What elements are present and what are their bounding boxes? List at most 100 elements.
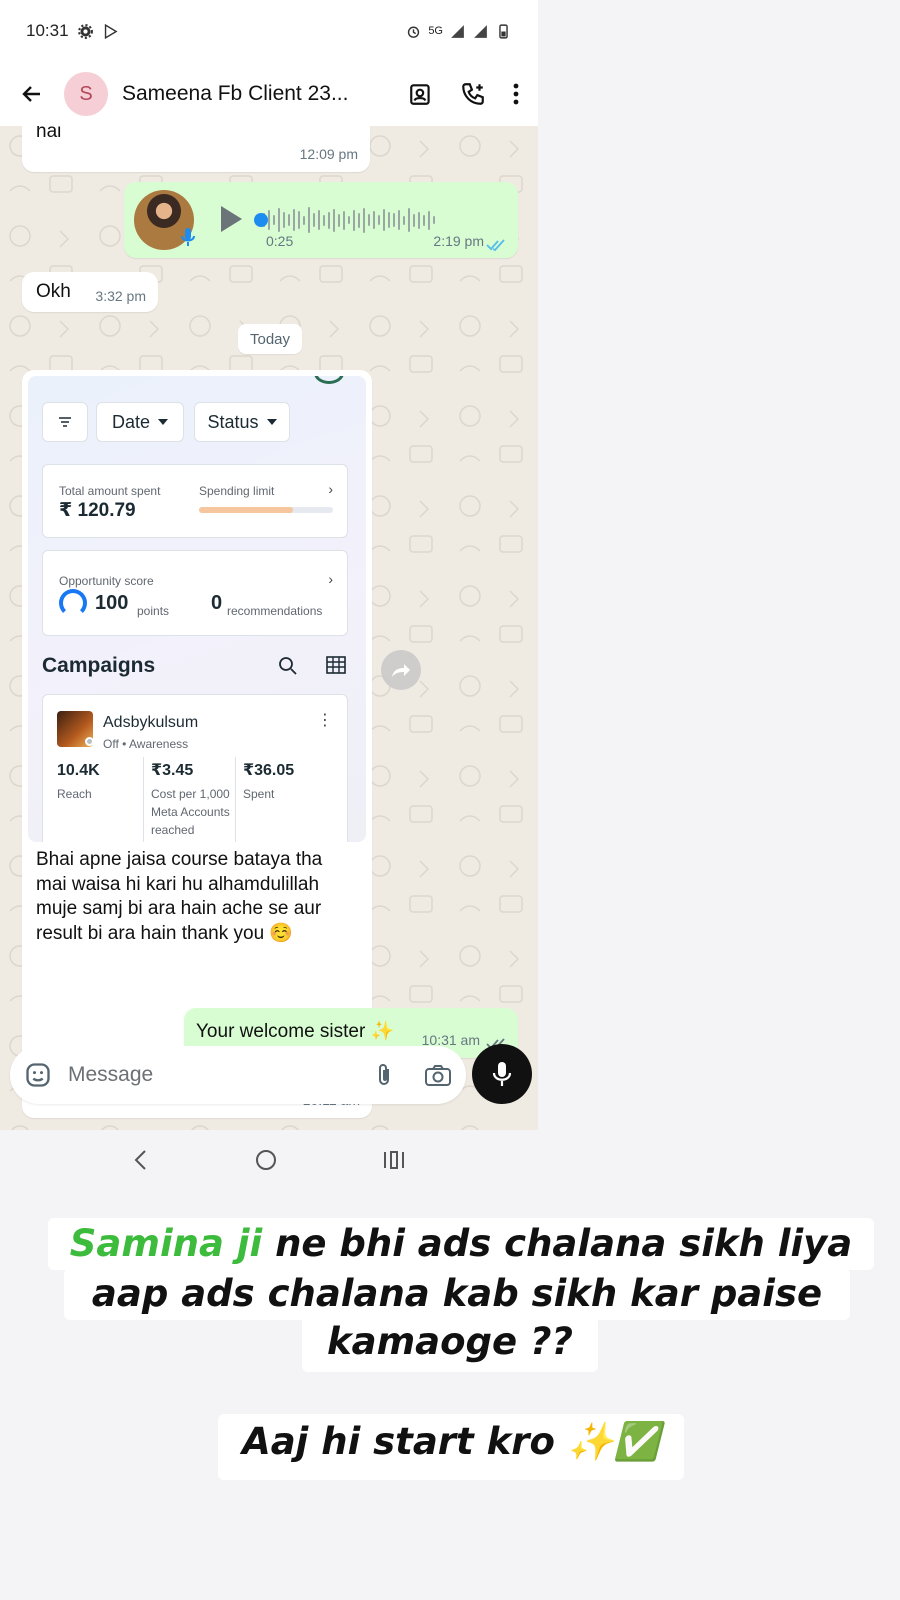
waveform-bar	[313, 213, 315, 227]
spent-value: ₹36.05	[243, 762, 295, 779]
reach-label: Reach	[57, 787, 92, 801]
recommendations-label: recommendations	[227, 604, 323, 618]
waveform-bar	[293, 209, 295, 231]
image-message[interactable]: Date Status Total amount spent Spending …	[22, 370, 372, 1118]
more-vert-icon[interactable]	[512, 82, 520, 106]
opportunity-card: Opportunity score › 100 points 0 recomme…	[42, 550, 348, 636]
waveform-bar	[398, 210, 400, 230]
metric-divider	[235, 757, 236, 842]
gear-icon	[77, 23, 93, 39]
message-input-bar[interactable]: Message	[10, 1046, 466, 1104]
status-bar: 10:31 5G	[0, 0, 538, 62]
forward-button[interactable]	[381, 650, 421, 690]
waveform-bar	[343, 210, 345, 230]
waveform-bar	[363, 207, 365, 233]
sticker-icon[interactable]	[24, 1061, 52, 1089]
campaign-card: Adsbykulsum Off • Awareness ⋮ 10.4K Reac…	[42, 694, 348, 842]
phone-screenshot: 10:31 5G S Sameena Fb Client 23... hai 1…	[0, 0, 538, 1130]
date-divider: Today	[238, 324, 302, 354]
waveform-bar	[288, 214, 290, 226]
table-icon	[326, 656, 346, 674]
campaign-status: Off • Awareness	[103, 737, 189, 751]
mic-icon	[181, 228, 195, 246]
back-button[interactable]	[18, 80, 46, 108]
more-vert-icon: ⋮	[317, 712, 333, 729]
points-label: points	[137, 604, 170, 618]
search-icon	[279, 657, 297, 675]
spending-limit-bar	[199, 507, 333, 513]
waveform-bar	[323, 214, 325, 226]
message-bubble-incoming[interactable]: Okh 3:32 pm	[22, 272, 158, 312]
promo-line-1: Samina ji ne bhi ads chalana sikh liya	[48, 1222, 874, 1265]
system-nav-bar	[0, 1130, 538, 1190]
message-text: Your welcome sister ✨	[196, 1021, 395, 1042]
contact-name[interactable]: Sameena Fb Client 23...	[122, 82, 357, 106]
waveform-bar	[423, 214, 425, 226]
waveform-bar	[378, 215, 380, 225]
message-bubble-incoming[interactable]: hai 12:09 pm	[22, 126, 370, 172]
message-time: 3:32 pm	[95, 288, 146, 304]
nav-recents-icon[interactable]	[382, 1149, 406, 1171]
contact-avatar[interactable]: S	[64, 72, 108, 116]
waveform-bar	[388, 212, 390, 228]
play-icon[interactable]	[218, 204, 244, 234]
waveform-bar	[368, 214, 370, 226]
waveform-bar	[283, 212, 285, 228]
chevron-right-icon: ›	[328, 481, 333, 497]
cost-value: ₹3.45	[151, 762, 194, 779]
nav-back-icon[interactable]	[132, 1149, 150, 1171]
spent-label: Spent	[243, 787, 275, 801]
waveform-bar	[353, 209, 355, 231]
forward-icon	[392, 664, 410, 677]
waveform-bar	[418, 211, 420, 229]
attach-icon[interactable]	[372, 1062, 396, 1088]
mic-icon	[492, 1062, 512, 1086]
playback-thumb[interactable]	[254, 213, 268, 227]
waveform-bar	[403, 215, 405, 225]
voice-message[interactable]: 0:25 2:19 pm	[124, 182, 518, 258]
read-ticks-icon	[486, 239, 505, 251]
message-time: 2:19 pm	[433, 233, 484, 249]
voice-record-button[interactable]	[472, 1044, 532, 1104]
contact-card-icon[interactable]	[408, 81, 434, 107]
total-spent-value: ₹ 120.79	[59, 500, 136, 521]
network-label: 5G	[428, 25, 443, 37]
reach-value: 10.4K	[57, 762, 100, 779]
message-text: Okh	[36, 281, 71, 302]
status-filter-label: Status	[207, 412, 259, 432]
camera-icon[interactable]	[424, 1063, 452, 1087]
recommendations-count: 0	[211, 592, 223, 614]
alarm-icon	[408, 26, 420, 38]
waveform-bar	[393, 213, 395, 227]
campaigns-title: Campaigns	[42, 654, 156, 677]
message-time: 12:09 pm	[299, 146, 358, 162]
add-call-icon[interactable]	[460, 81, 486, 107]
ads-manager-screenshot[interactable]: Date Status Total amount spent Spending …	[28, 376, 366, 842]
waveform-bar	[413, 213, 415, 227]
waveform-bar	[408, 208, 410, 232]
avatar-letter: S	[79, 82, 93, 105]
arrow-left-icon	[22, 86, 40, 102]
promo-cta: Aaj hi start kro ✨✅	[242, 1420, 660, 1463]
reach-metric: 10.4K Reach	[57, 759, 137, 803]
waveform-bar	[333, 208, 335, 232]
waveform-bar	[338, 213, 340, 227]
message-input[interactable]: Message	[68, 1063, 344, 1087]
chat-header: S Sameena Fb Client 23...	[0, 62, 538, 126]
caret-down-icon	[266, 419, 277, 425]
nav-home-icon[interactable]	[254, 1148, 278, 1172]
caret-down-icon	[158, 419, 169, 425]
metric-divider	[143, 757, 144, 842]
promo-line-3: kamaoge ??	[327, 1320, 573, 1363]
waveform-bar	[358, 212, 360, 228]
waveform-bar	[433, 216, 435, 224]
waveform-bar	[298, 211, 300, 229]
date-filter: Date	[96, 402, 184, 442]
spending-limit-label: Spending limit	[199, 484, 275, 498]
status-filter: Status	[194, 402, 290, 442]
spent-metric: ₹36.05 Spent	[243, 759, 323, 803]
voice-duration: 0:25	[266, 233, 294, 249]
promo-line-1-rest: ne bhi ads chalana sikh liya	[262, 1222, 853, 1265]
spend-card: Total amount spent Spending limit › ₹ 12…	[42, 464, 348, 538]
cropped-icon	[314, 376, 344, 384]
